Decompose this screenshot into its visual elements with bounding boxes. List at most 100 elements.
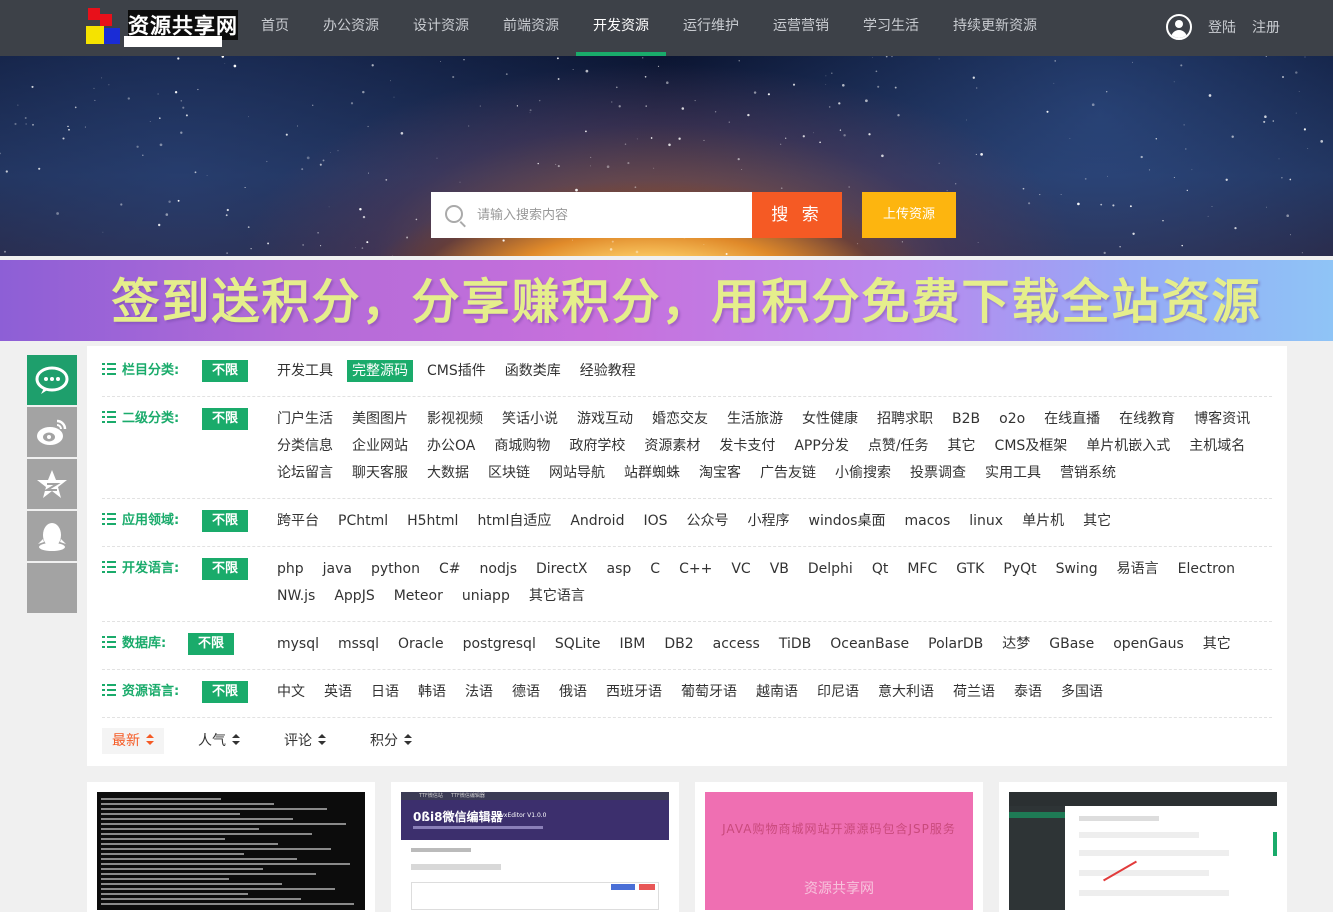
filter-option[interactable]: 俄语 <box>554 681 592 703</box>
filter-option[interactable]: 公众号 <box>682 510 734 532</box>
filter-option[interactable]: 投票调查 <box>905 462 971 484</box>
nav-item[interactable]: 设计资源 <box>396 0 486 56</box>
filter-option[interactable]: 广告友链 <box>755 462 821 484</box>
filter-all-button[interactable]: 不限 <box>202 681 249 703</box>
filter-option[interactable]: 点赞/任务 <box>863 435 934 457</box>
filter-option[interactable]: 网站导航 <box>544 462 610 484</box>
sort-option[interactable]: 积分 <box>360 728 422 754</box>
filter-option[interactable]: 意大利语 <box>873 681 939 703</box>
filter-option[interactable]: Qt <box>867 558 894 580</box>
resource-card[interactable]: TTF微信站 TTF微信编辑器 0ßi8微信编辑器 wxEditor V1.0.… <box>391 782 679 912</box>
filter-option[interactable]: DB2 <box>659 633 698 655</box>
nav-item[interactable]: 前端资源 <box>486 0 576 56</box>
filter-option[interactable]: VC <box>726 558 755 580</box>
sort-option[interactable]: 人气 <box>188 728 250 754</box>
filter-option[interactable]: 小偷搜索 <box>830 462 896 484</box>
filter-option[interactable]: 易语言 <box>1112 558 1164 580</box>
filter-option[interactable]: 生活旅游 <box>722 408 788 430</box>
filter-option[interactable]: 跨平台 <box>272 510 324 532</box>
filter-option[interactable]: postgresql <box>458 633 541 655</box>
filter-option[interactable]: GBase <box>1044 633 1099 655</box>
weibo-icon[interactable] <box>27 407 77 457</box>
filter-option[interactable]: 德语 <box>507 681 545 703</box>
filter-option[interactable]: 葡萄牙语 <box>676 681 742 703</box>
filter-option[interactable]: SQLite <box>550 633 606 655</box>
filter-option[interactable]: Delphi <box>803 558 858 580</box>
filter-option[interactable]: APP分发 <box>789 435 853 457</box>
filter-option[interactable]: 发卡支付 <box>714 435 780 457</box>
filter-option[interactable]: H5html <box>402 510 463 532</box>
nav-item[interactable]: 持续更新资源 <box>936 0 1054 56</box>
promo-banner[interactable]: 签到送积分，分享赚积分，用积分免费下载全站资源 <box>0 260 1333 341</box>
site-logo[interactable]: 资源共享网 WWW.ZYGXW.VIP <box>86 8 238 48</box>
filter-option[interactable]: 完整源码 <box>347 360 413 382</box>
filter-option[interactable]: CMS及框架 <box>990 435 1073 457</box>
filter-option[interactable]: Swing <box>1051 558 1103 580</box>
filter-option[interactable]: AppJS <box>329 585 379 607</box>
nav-item[interactable]: 学习生活 <box>846 0 936 56</box>
filter-option[interactable]: 单片机 <box>1017 510 1069 532</box>
filter-option[interactable]: java <box>318 558 357 580</box>
filter-option[interactable]: MFC <box>902 558 942 580</box>
filter-option[interactable]: 在线教育 <box>1114 408 1180 430</box>
filter-option[interactable]: VB <box>765 558 794 580</box>
sort-option[interactable]: 最新 <box>102 728 164 754</box>
filter-option[interactable]: 韩语 <box>413 681 451 703</box>
filter-option[interactable]: PyQt <box>998 558 1041 580</box>
upload-button[interactable]: 上传资源 <box>862 192 956 238</box>
filter-option[interactable]: windos桌面 <box>804 510 891 532</box>
filter-option[interactable]: C# <box>434 558 466 580</box>
filter-option[interactable]: 中文 <box>272 681 310 703</box>
filter-option[interactable]: 越南语 <box>751 681 803 703</box>
filter-option[interactable]: 门户生活 <box>272 408 338 430</box>
filter-option[interactable]: 博客资讯 <box>1189 408 1255 430</box>
filter-option[interactable]: 区块链 <box>483 462 535 484</box>
filter-option[interactable]: IBM <box>615 633 651 655</box>
filter-option[interactable]: 政府学校 <box>564 435 630 457</box>
resource-card[interactable] <box>999 782 1287 912</box>
filter-option[interactable]: 招聘求职 <box>872 408 938 430</box>
filter-option[interactable]: 分类信息 <box>272 435 338 457</box>
filter-option[interactable]: 印尼语 <box>812 681 864 703</box>
resource-card[interactable] <box>87 782 375 912</box>
filter-option[interactable]: 其它 <box>1198 633 1236 655</box>
filter-option[interactable]: 营销系统 <box>1055 462 1121 484</box>
filter-option[interactable]: 办公OA <box>422 435 480 457</box>
sort-option[interactable]: 评论 <box>274 728 336 754</box>
filter-all-button[interactable]: 不限 <box>202 360 249 382</box>
qq-penguin-icon[interactable] <box>27 511 77 561</box>
filter-option[interactable]: 笑话小说 <box>497 408 563 430</box>
nav-item[interactable]: 办公资源 <box>306 0 396 56</box>
filter-option[interactable]: 实用工具 <box>980 462 1046 484</box>
filter-all-button[interactable]: 不限 <box>202 510 249 532</box>
resource-card[interactable]: JAVA购物商城网站开源源码包含JSP服务 资源共享网 <box>695 782 983 912</box>
filter-all-button[interactable]: 不限 <box>202 408 249 430</box>
filter-option[interactable]: PolarDB <box>923 633 988 655</box>
filter-option[interactable]: 泰语 <box>1009 681 1047 703</box>
register-link[interactable]: 注册 <box>1252 17 1280 37</box>
login-link[interactable]: 登陆 <box>1208 17 1236 37</box>
filter-option[interactable]: PChtml <box>333 510 393 532</box>
filter-all-button[interactable]: 不限 <box>202 558 249 580</box>
filter-option[interactable]: linux <box>964 510 1008 532</box>
filter-option[interactable]: mssql <box>333 633 384 655</box>
filter-option[interactable]: 女性健康 <box>797 408 863 430</box>
filter-option[interactable]: 函数类库 <box>500 360 566 382</box>
filter-option[interactable]: access <box>708 633 765 655</box>
filter-option[interactable]: IOS <box>638 510 672 532</box>
filter-option[interactable]: 经验教程 <box>575 360 641 382</box>
filter-option[interactable]: nodjs <box>475 558 523 580</box>
filter-option[interactable]: php <box>272 558 309 580</box>
search-button[interactable]: 搜 索 <box>752 192 842 238</box>
filter-option[interactable]: html自适应 <box>472 510 556 532</box>
filter-option[interactable]: 影视视频 <box>422 408 488 430</box>
filter-option[interactable]: openGaus <box>1108 633 1189 655</box>
filter-option[interactable]: C <box>645 558 665 580</box>
nav-item[interactable]: 开发资源 <box>576 0 666 56</box>
filter-option[interactable]: 达梦 <box>997 633 1035 655</box>
filter-option[interactable]: GTK <box>951 558 989 580</box>
filter-option[interactable]: 聊天客服 <box>347 462 413 484</box>
filter-option[interactable]: Oracle <box>393 633 449 655</box>
filter-option[interactable]: 日语 <box>366 681 404 703</box>
filter-option[interactable]: 大数据 <box>422 462 474 484</box>
